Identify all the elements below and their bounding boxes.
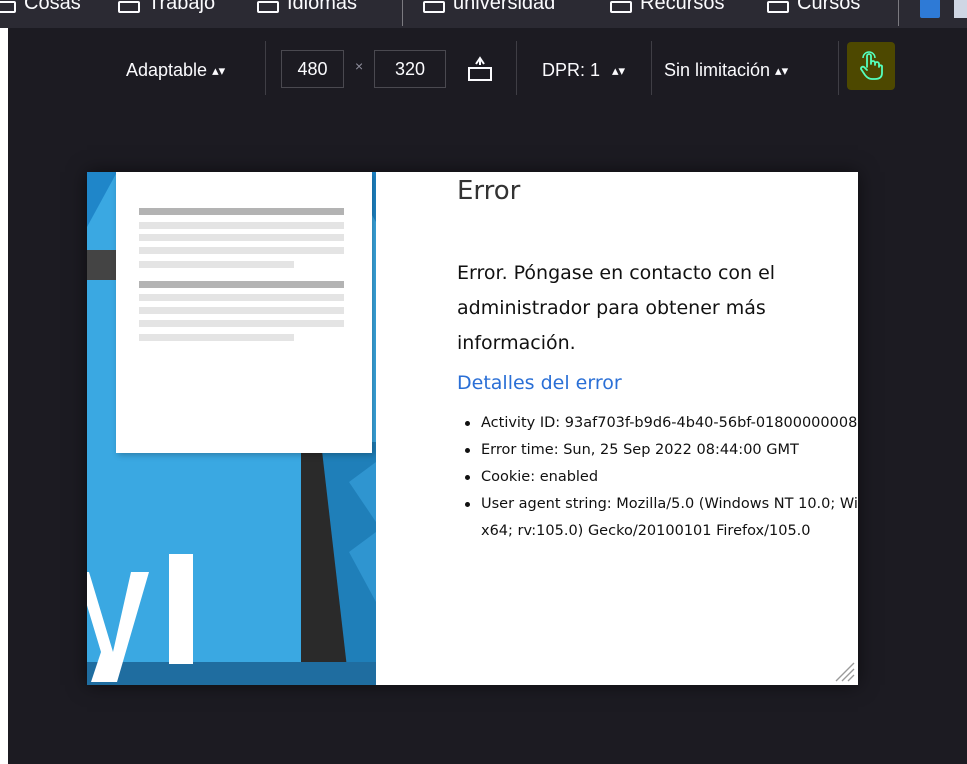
doc-line bbox=[139, 222, 344, 229]
bookmark-label: universidad bbox=[453, 0, 556, 14]
detail-activity-id: Activity ID: 93af703f-b9d6-4b40-56bf-018… bbox=[463, 410, 858, 437]
bookmarks-bar: Cosas Trabajo Idiomas universidad Recurs… bbox=[0, 0, 967, 28]
responsive-design-toolbar: Adaptable ▴▾ 480 × 320 DPR: 1 ▴▾ Sin limit… bbox=[8, 28, 967, 110]
doc-line bbox=[139, 334, 294, 341]
up-down-chevron-icon: ▴▾ bbox=[612, 63, 626, 78]
bookmark-folder-cosas[interactable]: Cosas bbox=[0, 0, 81, 18]
bookmark-label: Idiomas bbox=[287, 0, 358, 14]
folder-icon bbox=[610, 1, 632, 13]
doc-line bbox=[139, 320, 344, 327]
rotate-icon bbox=[468, 56, 492, 81]
error-details-link[interactable]: Detalles del error bbox=[457, 372, 622, 394]
up-down-chevron-icon: ▴▾ bbox=[212, 63, 226, 78]
detail-user-agent-continued: x64; rv:105.0) Gecko/20100101 Firefox/10… bbox=[481, 523, 811, 539]
bookmark-folder-idiomas[interactable]: Idiomas bbox=[257, 0, 357, 18]
window-edge bbox=[0, 0, 8, 764]
bookmark-folder-trabajo[interactable]: Trabajo bbox=[118, 0, 215, 18]
toolbar-separator bbox=[265, 41, 266, 95]
device-selector[interactable]: Adaptable ▴▾ bbox=[126, 56, 225, 86]
bookmark-label: Trabajo bbox=[148, 0, 216, 14]
doc-line bbox=[139, 307, 344, 314]
touch-simulation-button[interactable] bbox=[847, 42, 895, 90]
doc-line bbox=[139, 247, 344, 254]
viewport-width-input[interactable]: 480 bbox=[281, 50, 344, 88]
bookmark-favicon-icon[interactable] bbox=[954, 0, 967, 18]
bookmark-label: Cosas bbox=[24, 0, 81, 14]
doc-line bbox=[139, 261, 294, 268]
folder-icon bbox=[257, 1, 279, 13]
toolbar-separator bbox=[838, 41, 839, 95]
toolbar-separator bbox=[516, 41, 517, 95]
touch-simulation-icon bbox=[860, 51, 883, 80]
bookmark-label: Cursos bbox=[797, 0, 861, 14]
responsive-viewport: Error Error. Póngase en contacto con el … bbox=[87, 172, 858, 685]
viewport-height-input[interactable]: 320 bbox=[374, 50, 446, 88]
folder-icon bbox=[423, 1, 445, 13]
detail-user-agent: User agent string: Mozilla/5.0 (Windows … bbox=[463, 491, 858, 518]
folder-icon bbox=[0, 1, 16, 13]
doc-line bbox=[139, 208, 344, 215]
rotate-viewport-button[interactable] bbox=[463, 52, 497, 86]
detail-error-time: Error time: Sun, 25 Sep 2022 08:44:00 GM… bbox=[463, 437, 858, 464]
dpr-selector-label: DPR: 1 bbox=[542, 60, 601, 80]
device-selector-label: Adaptable bbox=[126, 60, 208, 80]
error-message: Error. Póngase en contacto con el admini… bbox=[457, 262, 776, 354]
resize-grip-icon bbox=[835, 662, 855, 682]
folder-icon bbox=[118, 1, 140, 13]
hero-illustration bbox=[87, 172, 376, 685]
document-illustration bbox=[116, 172, 372, 453]
viewport-resize-handle[interactable] bbox=[830, 657, 856, 683]
times-symbol: × bbox=[355, 58, 364, 74]
bookmark-folder-recursos[interactable]: Recursos bbox=[610, 0, 724, 18]
error-details-list: Activity ID: 93af703f-b9d6-4b40-56bf-018… bbox=[463, 410, 858, 545]
toolbar-separator bbox=[651, 41, 652, 95]
bookmark-folder-universidad[interactable]: universidad bbox=[423, 0, 555, 18]
bookmark-folder-cursos[interactable]: Cursos bbox=[767, 0, 860, 18]
network-throttling-selector[interactable]: Sin limitación ▴▾ bbox=[664, 56, 788, 86]
doc-line bbox=[139, 234, 344, 241]
folder-icon bbox=[767, 1, 789, 13]
bookmark-label: Recursos bbox=[640, 0, 725, 14]
throttling-label: Sin limitación bbox=[664, 60, 771, 80]
doc-line bbox=[139, 294, 344, 301]
bookmark-separator bbox=[898, 0, 899, 26]
bookmark-favicon-icon[interactable] bbox=[920, 0, 940, 18]
browser-window: Cosas Trabajo Idiomas universidad Recurs… bbox=[0, 0, 967, 764]
dpr-selector[interactable]: DPR: 1 ▴▾ bbox=[542, 56, 625, 86]
doc-line bbox=[139, 281, 344, 288]
bookmark-separator bbox=[402, 0, 403, 26]
detail-cookie: Cookie: enabled bbox=[463, 464, 858, 491]
up-down-chevron-icon: ▴▾ bbox=[775, 63, 789, 78]
error-title: Error bbox=[457, 176, 521, 206]
